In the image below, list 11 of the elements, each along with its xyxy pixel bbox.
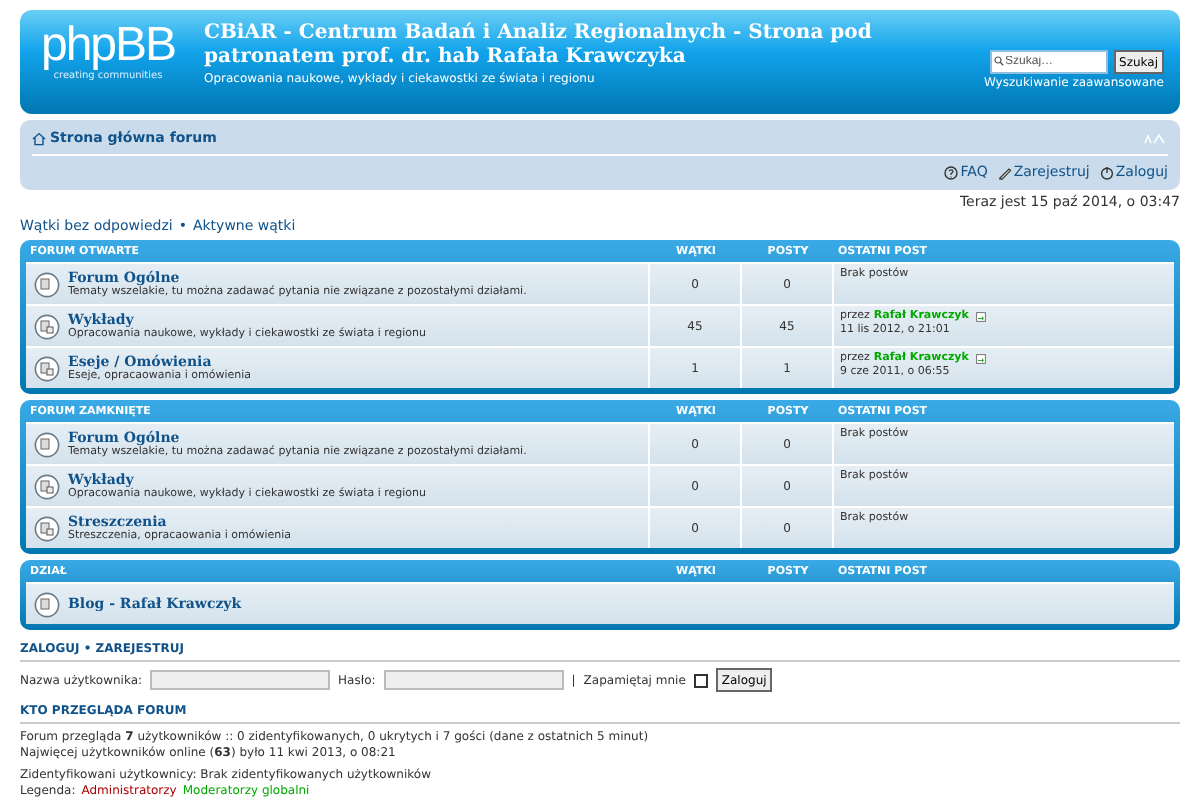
help-icon bbox=[944, 165, 959, 179]
home-icon bbox=[32, 131, 46, 145]
power-icon bbox=[1099, 165, 1114, 179]
view-post-icon[interactable] bbox=[976, 312, 987, 322]
pencil-icon bbox=[997, 165, 1012, 179]
view-post-icon[interactable] bbox=[976, 354, 987, 364]
username-field[interactable] bbox=[150, 670, 331, 690]
site-title: CBiAR - Centrum Badań i Analiz Regionalnych - Strona pod patronatem prof. dr. hab Rafała Krawczyka bbox=[204, 22, 874, 70]
search-icon bbox=[993, 56, 1004, 66]
password-field[interactable] bbox=[383, 670, 564, 690]
remember-checkbox[interactable] bbox=[693, 673, 708, 687]
